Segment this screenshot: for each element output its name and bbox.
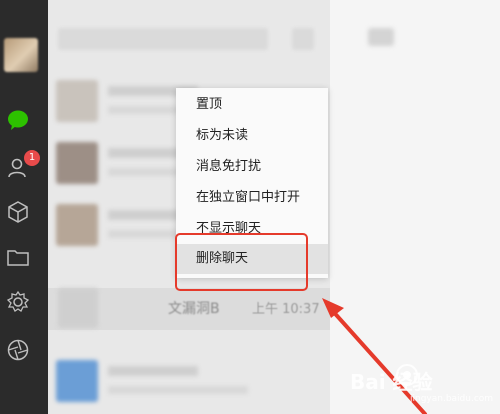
annotation-arrow (322, 298, 427, 414)
paw-icon (396, 364, 418, 386)
watermark-text: Bai 经验 (350, 370, 433, 394)
watermark-url: jingyan.baidu.com (410, 394, 494, 404)
